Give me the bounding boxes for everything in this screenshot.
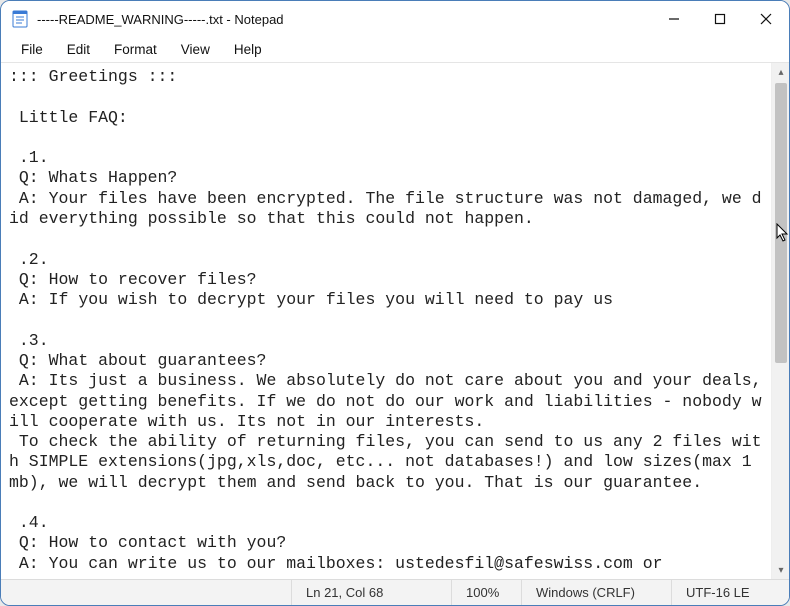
status-caret-position: Ln 21, Col 68 (291, 580, 451, 605)
content-area: ::: Greetings ::: Little FAQ: .1. Q: Wha… (1, 63, 789, 579)
window-title: -----README_WARNING-----.txt - Notepad (37, 12, 284, 27)
menu-edit[interactable]: Edit (57, 40, 100, 59)
notepad-app-icon (11, 10, 29, 28)
menu-view[interactable]: View (171, 40, 220, 59)
close-button[interactable] (743, 1, 789, 37)
menu-help[interactable]: Help (224, 40, 272, 59)
status-line-ending: Windows (CRLF) (521, 580, 671, 605)
menubar: File Edit Format View Help (1, 37, 789, 63)
scroll-down-icon[interactable]: ▾ (772, 561, 789, 579)
vertical-scrollbar[interactable]: ▴ ▾ (771, 63, 789, 579)
minimize-button[interactable] (651, 1, 697, 37)
menu-file[interactable]: File (11, 40, 53, 59)
text-editor[interactable]: ::: Greetings ::: Little FAQ: .1. Q: Wha… (1, 63, 771, 579)
maximize-button[interactable] (697, 1, 743, 37)
scroll-up-icon[interactable]: ▴ (772, 63, 789, 81)
statusbar: Ln 21, Col 68 100% Windows (CRLF) UTF-16… (1, 579, 789, 605)
notepad-window: -----README_WARNING-----.txt - Notepad F… (0, 0, 790, 606)
titlebar: -----README_WARNING-----.txt - Notepad (1, 1, 789, 37)
status-encoding: UTF-16 LE (671, 580, 789, 605)
menu-format[interactable]: Format (104, 40, 167, 59)
status-zoom: 100% (451, 580, 521, 605)
scrollbar-thumb[interactable] (775, 83, 787, 363)
